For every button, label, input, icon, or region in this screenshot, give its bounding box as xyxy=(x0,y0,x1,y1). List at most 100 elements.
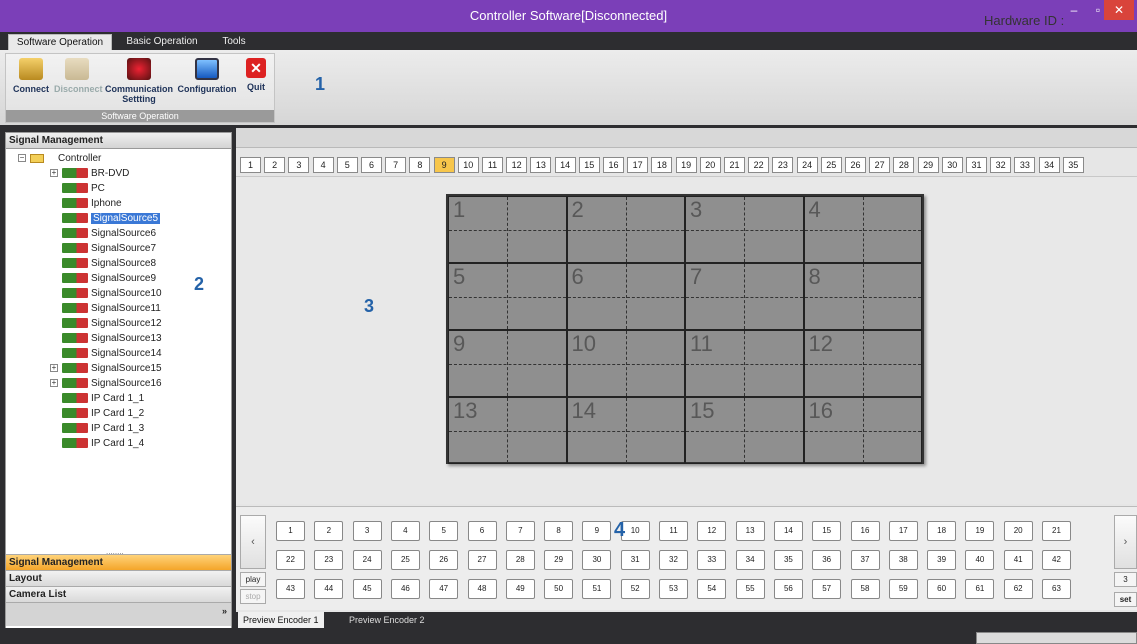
encoder-button[interactable]: 20 xyxy=(1003,521,1033,541)
encoder-button[interactable]: 47 xyxy=(429,579,459,599)
tree-root[interactable]: Controller xyxy=(30,151,101,166)
encoder-button[interactable]: 31 xyxy=(620,550,650,570)
encoder-button[interactable]: 35 xyxy=(773,550,803,570)
scene-tab[interactable]: 25 xyxy=(820,157,842,173)
encoder-button[interactable]: 58 xyxy=(850,579,880,599)
scene-tab[interactable]: 16 xyxy=(603,157,624,173)
encoder-button[interactable]: 54 xyxy=(697,579,727,599)
encoder-button[interactable]: 42 xyxy=(1042,550,1071,570)
wall-cell[interactable]: 4 xyxy=(803,196,922,263)
wall-cell[interactable]: 11 xyxy=(685,330,804,397)
expand-icon[interactable]: + xyxy=(50,379,58,387)
encoder-button[interactable]: 2 xyxy=(314,521,344,541)
scene-tab[interactable]: 6 xyxy=(361,157,382,173)
communication-settings-button[interactable]: Communication Settting xyxy=(102,58,176,104)
wall-cell[interactable]: 7 xyxy=(685,263,804,330)
encoder-button[interactable]: 15 xyxy=(812,521,842,541)
play-button[interactable]: play xyxy=(240,572,266,587)
scene-tab[interactable]: 10 xyxy=(457,157,479,173)
encoder-button[interactable]: 62 xyxy=(1003,579,1033,599)
wall-cell[interactable]: 10 xyxy=(566,330,685,397)
encoder-button[interactable]: 14 xyxy=(773,521,803,541)
encoder-button[interactable]: 56 xyxy=(773,579,803,599)
disconnect-button[interactable]: Disconnect xyxy=(54,58,103,94)
encoder-button[interactable]: 39 xyxy=(927,550,957,570)
encoder-button[interactable]: 60 xyxy=(927,579,957,599)
tab-preview-encoder-1[interactable]: Preview Encoder 1 xyxy=(238,612,324,628)
encoder-button[interactable]: 23 xyxy=(314,550,344,570)
wall-cell[interactable]: 9 xyxy=(448,330,567,397)
wall-cell[interactable]: 2 xyxy=(566,196,685,263)
encoder-button[interactable]: 38 xyxy=(888,550,918,570)
encoder-button[interactable]: 41 xyxy=(1003,550,1033,570)
encoder-button[interactable]: 25 xyxy=(390,550,420,570)
scene-tab[interactable]: 2 xyxy=(264,157,286,173)
scene-tab[interactable]: 35 xyxy=(1062,157,1084,173)
scene-tab[interactable]: 20 xyxy=(699,157,721,173)
scene-tab[interactable]: 27 xyxy=(869,157,891,173)
tree-item[interactable]: SignalSource6 xyxy=(62,226,156,241)
expand-icon[interactable]: + xyxy=(50,169,58,177)
encoder-button[interactable]: 12 xyxy=(697,521,727,541)
encoder-button[interactable]: 37 xyxy=(850,550,880,570)
wall-cell[interactable]: 6 xyxy=(566,263,685,330)
encoder-button[interactable]: 49 xyxy=(505,579,535,599)
encoder-button[interactable]: 48 xyxy=(467,579,497,599)
encoder-button[interactable]: 30 xyxy=(582,550,612,570)
encoder-button[interactable]: 32 xyxy=(659,550,688,570)
wall-cell[interactable]: 8 xyxy=(803,263,922,330)
prev-page-button[interactable]: ‹ xyxy=(240,515,266,569)
encoder-button[interactable]: 7 xyxy=(505,521,535,541)
encoder-button[interactable]: 29 xyxy=(544,550,574,570)
tree-item[interactable]: IP Card 1_2 xyxy=(62,406,144,421)
collapse-icon[interactable]: − xyxy=(18,154,26,162)
encoder-button[interactable]: 16 xyxy=(850,521,880,541)
scene-tab[interactable]: 8 xyxy=(409,157,431,173)
expand-chevron-icon[interactable]: » xyxy=(6,602,231,626)
encoder-button[interactable]: 1 xyxy=(276,521,305,541)
tree-item[interactable]: SignalSource9 xyxy=(62,271,156,286)
scene-tab[interactable]: 21 xyxy=(724,157,745,173)
tree-item[interactable]: SignalSource13 xyxy=(62,331,162,346)
encoder-button[interactable]: 26 xyxy=(429,550,459,570)
encoder-button[interactable]: 19 xyxy=(965,521,995,541)
stop-button[interactable]: stop xyxy=(240,589,266,604)
scene-tab[interactable]: 1 xyxy=(240,157,261,173)
encoder-button[interactable]: 18 xyxy=(927,521,957,541)
scene-tab[interactable]: 7 xyxy=(385,157,407,173)
encoder-button[interactable]: 52 xyxy=(620,579,650,599)
configuration-button[interactable]: Configuration xyxy=(176,58,238,94)
scene-tab[interactable]: 13 xyxy=(530,157,552,173)
tree-item[interactable]: SignalSource10 xyxy=(62,286,162,301)
wall-cell[interactable]: 1 xyxy=(448,196,567,263)
encoder-button[interactable]: 46 xyxy=(390,579,420,599)
encoder-button[interactable]: 53 xyxy=(659,579,688,599)
encoder-button[interactable]: 8 xyxy=(544,521,574,541)
encoder-button[interactable]: 63 xyxy=(1042,579,1071,599)
tab-tools[interactable]: Tools xyxy=(212,34,256,50)
spin-input[interactable]: 3 xyxy=(1114,572,1137,587)
tree-item[interactable]: SignalSource12 xyxy=(62,316,162,331)
next-page-button[interactable]: › xyxy=(1114,515,1137,569)
encoder-button[interactable]: 13 xyxy=(735,521,765,541)
encoder-button[interactable]: 9 xyxy=(582,521,612,541)
tree-item[interactable]: Iphone xyxy=(62,196,122,211)
encoder-button[interactable]: 51 xyxy=(582,579,612,599)
encoder-button[interactable]: 55 xyxy=(735,579,765,599)
encoder-button[interactable]: 27 xyxy=(467,550,497,570)
scene-tab[interactable]: 9 xyxy=(433,157,455,173)
tree-item[interactable]: SignalSource15 xyxy=(62,361,162,376)
tree-item[interactable]: SignalSource14 xyxy=(62,346,162,361)
scene-tab[interactable]: 4 xyxy=(312,157,334,173)
scene-tab[interactable]: 3 xyxy=(288,157,310,173)
tab-preview-encoder-2[interactable]: Preview Encoder 2 xyxy=(344,612,430,628)
encoder-button[interactable]: 6 xyxy=(467,521,497,541)
encoder-button[interactable]: 36 xyxy=(812,550,842,570)
scene-tab[interactable]: 34 xyxy=(1038,157,1060,173)
encoder-button[interactable]: 45 xyxy=(352,579,382,599)
encoder-button[interactable]: 17 xyxy=(888,521,918,541)
wall-cell[interactable]: 3 xyxy=(685,196,804,263)
wall-cell[interactable]: 13 xyxy=(448,397,567,464)
tab-software-operation[interactable]: Software Operation xyxy=(8,34,112,50)
tree-item[interactable]: PC xyxy=(62,181,105,196)
